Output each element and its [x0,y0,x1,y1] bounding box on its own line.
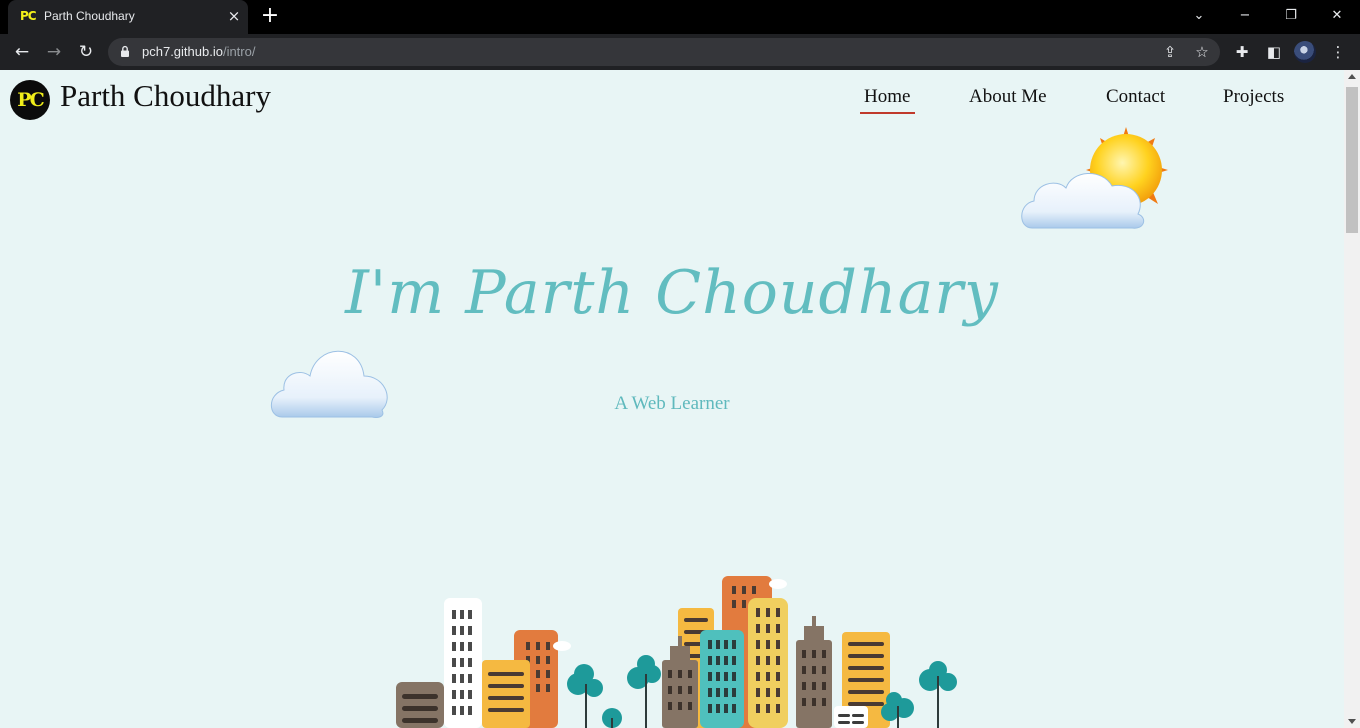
restore-button[interactable]: ❐ [1276,4,1306,28]
profile-avatar[interactable] [1294,41,1316,63]
browser-tab-bar: PC Parth Choudhary × + ⌄ − ❐ ✕ [0,0,1360,34]
lock-icon[interactable] [120,45,130,58]
nav-projects[interactable]: Projects [1223,86,1284,108]
side-panel-icon[interactable]: ◧ [1262,40,1286,64]
more-menu-icon[interactable]: ⋮ [1326,40,1350,64]
page-viewport: PC Parth Choudhary Home About Me Contact… [0,70,1344,728]
url-host: pch7.github.io [142,44,223,59]
hero-subtitle: A Web Learner [614,393,730,414]
back-button[interactable]: ← [10,40,34,64]
city-skyline-illustration [396,576,957,728]
reload-button[interactable]: ↻ [74,40,98,64]
browser-toolbar: ← → ↻ pch7.github.io/intro/ ⇪ ☆ ✚ ◧ ⋮ [0,34,1360,70]
nav-home[interactable]: Home [864,86,910,108]
scrollbar-thumb[interactable] [1346,87,1358,233]
bookmark-star-icon[interactable]: ☆ [1190,40,1214,64]
tab-search-icon[interactable]: ⌄ [1184,4,1214,28]
page-scrollbar[interactable] [1344,70,1360,728]
tab-close-icon[interactable]: × [224,6,244,26]
nav-active-indicator [860,112,915,114]
browser-tab[interactable]: PC Parth Choudhary × [8,0,248,34]
tab-title: Parth Choudhary [44,9,135,23]
close-window-button[interactable]: ✕ [1322,4,1352,28]
sun-behind-cloud-icon [1021,127,1168,229]
site-logo[interactable]: PC [10,80,50,120]
hero-title: I'm Parth Choudhary [345,258,999,328]
address-bar[interactable]: pch7.github.io/intro/ ⇪ ☆ [108,38,1220,66]
forward-button[interactable]: → [42,40,66,64]
scroll-up-arrow-icon[interactable] [1348,74,1356,79]
url-path: /intro/ [222,44,256,59]
extensions-puzzle-icon[interactable]: ✚ [1230,40,1254,64]
minimize-button[interactable]: − [1230,4,1260,28]
nav-about-me[interactable]: About Me [969,86,1047,108]
url-text: pch7.github.io/intro/ [142,44,255,59]
site-brand-name[interactable]: Parth Choudhary [60,78,271,114]
new-tab-button[interactable]: + [258,4,282,28]
share-icon[interactable]: ⇪ [1158,40,1182,64]
scroll-down-arrow-icon[interactable] [1348,719,1356,724]
nav-contact[interactable]: Contact [1106,86,1165,108]
tab-favicon-icon: PC [20,9,37,23]
